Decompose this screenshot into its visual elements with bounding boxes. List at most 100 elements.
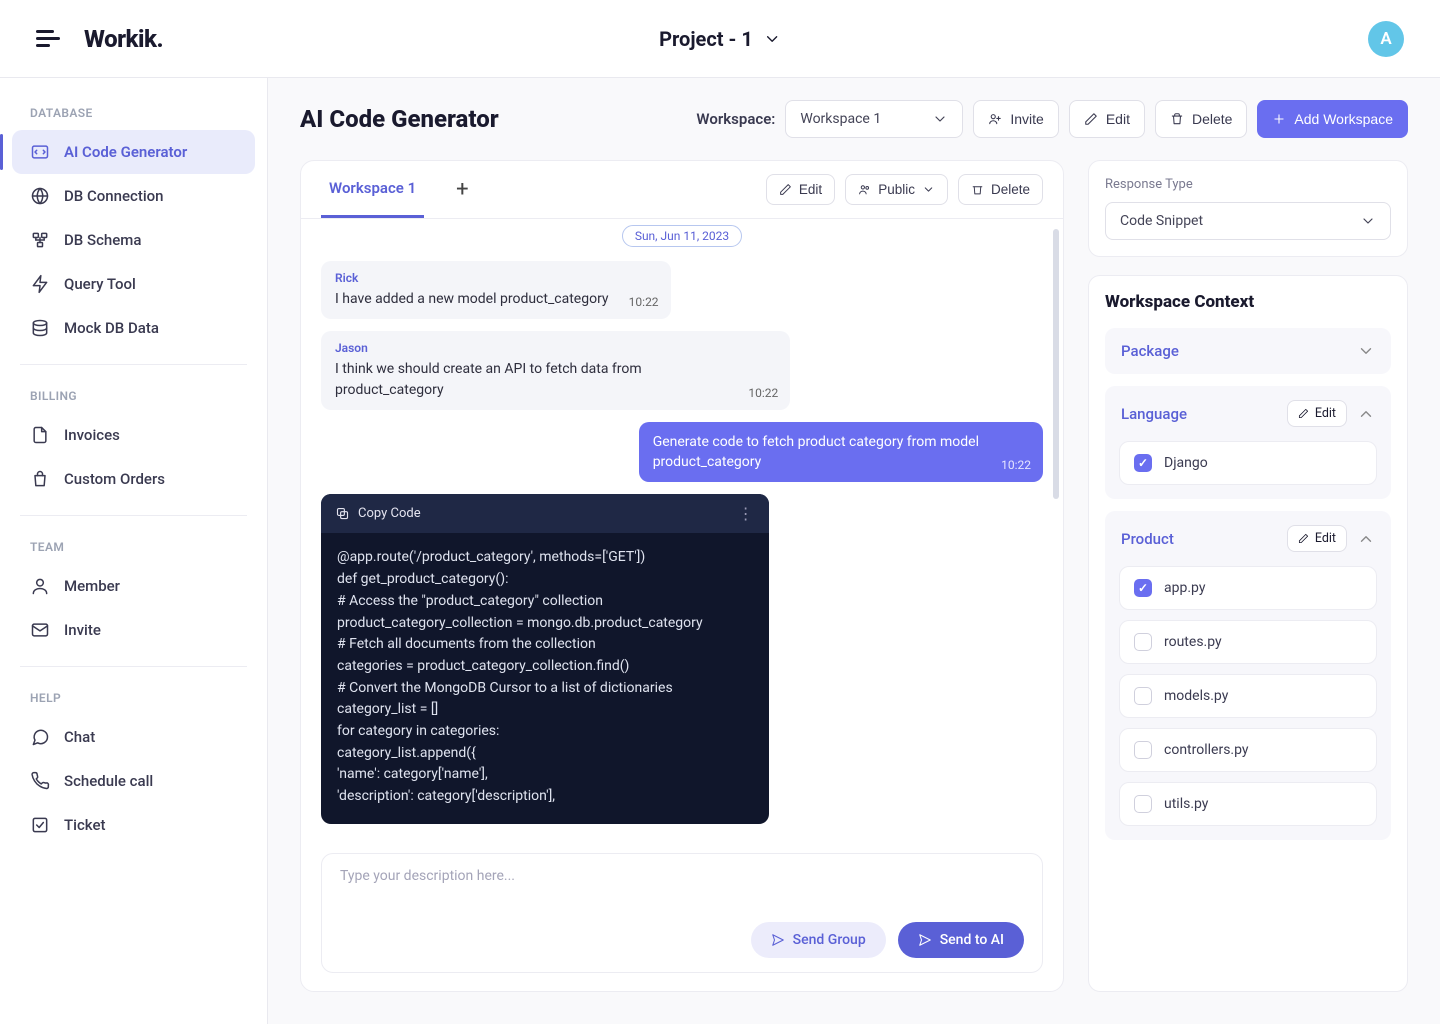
- send-group-button[interactable]: Send Group: [751, 922, 886, 958]
- avatar[interactable]: A: [1368, 21, 1404, 57]
- tab-edit-button[interactable]: Edit: [766, 174, 835, 205]
- checkbox[interactable]: [1134, 741, 1152, 759]
- workspace-label: Workspace:: [696, 110, 775, 128]
- product-chip[interactable]: utils.py: [1119, 782, 1377, 826]
- workspace-select[interactable]: Workspace 1: [785, 100, 963, 138]
- product-chip[interactable]: app.py: [1119, 566, 1377, 610]
- response-type-value: Code Snippet: [1120, 213, 1203, 229]
- sidebar-item-invoices[interactable]: Invoices: [12, 413, 255, 457]
- sidebar-item-label: Ticket: [64, 816, 106, 834]
- sidebar-group-label: TEAM: [12, 520, 255, 564]
- response-type-select[interactable]: Code Snippet: [1105, 202, 1391, 240]
- message-time: 10:22: [629, 295, 659, 309]
- chevron-down-icon[interactable]: [1357, 342, 1375, 360]
- user-plus-icon: [988, 112, 1002, 126]
- scrollbar[interactable]: [1053, 229, 1059, 499]
- sidebar-item-label: Schedule call: [64, 772, 153, 790]
- add-workspace-label: Add Workspace: [1294, 111, 1393, 127]
- message-text: I have added a new model product_categor…: [335, 289, 657, 309]
- sidebar-item-ticket[interactable]: Ticket: [12, 803, 255, 847]
- language-chip[interactable]: Django: [1119, 441, 1377, 485]
- product-title: Product: [1121, 530, 1174, 548]
- sidebar-item-ai-code-generator[interactable]: AI Code Generator: [12, 130, 255, 174]
- checkbox[interactable]: [1134, 795, 1152, 813]
- send-group-label: Send Group: [793, 932, 866, 948]
- globe-icon: [30, 186, 50, 206]
- logo: Workik.: [84, 25, 163, 53]
- chevron-down-icon: [922, 183, 935, 196]
- product-chip[interactable]: routes.py: [1119, 620, 1377, 664]
- tab-delete-label: Delete: [991, 182, 1030, 197]
- checkbox-checked[interactable]: [1134, 454, 1152, 472]
- invite-button[interactable]: Invite: [973, 100, 1058, 138]
- delete-button[interactable]: Delete: [1155, 100, 1247, 138]
- checkbox[interactable]: [1134, 633, 1152, 651]
- send-ai-button[interactable]: Send to AI: [898, 922, 1024, 958]
- message-author: Jason: [335, 341, 776, 355]
- chip-label: Django: [1164, 455, 1208, 471]
- response-type-card: Response Type Code Snippet: [1088, 160, 1408, 257]
- package-title: Package: [1121, 342, 1179, 360]
- language-edit-button[interactable]: Edit: [1287, 400, 1347, 427]
- chevron-up-icon[interactable]: [1357, 530, 1375, 548]
- sidebar-item-label: Query Tool: [64, 275, 136, 293]
- sidebar-item-custom-orders[interactable]: Custom Orders: [12, 457, 255, 501]
- sidebar-item-query-tool[interactable]: Query Tool: [12, 262, 255, 306]
- context-title: Workspace Context: [1105, 292, 1391, 312]
- code-more-icon[interactable]: ⋮: [738, 504, 755, 523]
- message-time: 10:22: [1001, 458, 1031, 472]
- topbar: Workik. Project - 1 A: [0, 0, 1440, 78]
- sidebar-item-label: Mock DB Data: [64, 319, 159, 337]
- tab-edit-label: Edit: [799, 182, 822, 197]
- package-section: Package: [1105, 328, 1391, 374]
- product-chip[interactable]: controllers.py: [1119, 728, 1377, 772]
- database-icon: [30, 318, 50, 338]
- tab-delete-button[interactable]: Delete: [958, 174, 1043, 205]
- sidebar-item-label: Invoices: [64, 426, 120, 444]
- chevron-up-icon[interactable]: [1357, 405, 1375, 423]
- sidebar-group-label: BILLING: [12, 369, 255, 413]
- add-tab-button[interactable]: +: [448, 169, 476, 210]
- checkbox[interactable]: [1134, 687, 1152, 705]
- chip-label: controllers.py: [1164, 742, 1249, 758]
- context-panel: Response Type Code Snippet Workspace Con…: [1088, 160, 1408, 992]
- sidebar-item-invite[interactable]: Invite: [12, 608, 255, 652]
- sidebar-item-db-schema[interactable]: DB Schema: [12, 218, 255, 262]
- chat-scroll[interactable]: Sun, Jun 11, 2023 Rick I have added a ne…: [301, 219, 1063, 853]
- sidebar-item-label: Invite: [64, 621, 101, 639]
- chat-tabs: Workspace 1 + Edit Public: [301, 161, 1063, 219]
- project-name: Project - 1: [659, 27, 753, 51]
- plus-icon: [1272, 112, 1286, 126]
- message-text: I think we should create an API to fetch…: [335, 359, 776, 400]
- checkbox-checked[interactable]: [1134, 579, 1152, 597]
- edit-button[interactable]: Edit: [1069, 100, 1145, 138]
- chip-label: models.py: [1164, 688, 1228, 704]
- sidebar-item-mock-db-data[interactable]: Mock DB Data: [12, 306, 255, 350]
- menu-icon[interactable]: [36, 30, 60, 47]
- chip-label: routes.py: [1164, 634, 1222, 650]
- project-selector[interactable]: Project - 1: [659, 27, 781, 51]
- tab-workspace[interactable]: Workspace 1: [321, 161, 424, 218]
- sidebar: DATABASE AI Code Generator DB Connection…: [0, 78, 268, 1024]
- code-icon: [30, 142, 50, 162]
- tab-public-button[interactable]: Public: [845, 174, 948, 205]
- compose-input[interactable]: [340, 868, 1024, 912]
- product-edit-button[interactable]: Edit: [1287, 525, 1347, 552]
- delete-label: Delete: [1192, 111, 1232, 127]
- code-body: @app.route('/product_category', methods=…: [321, 533, 769, 823]
- sidebar-item-schedule-call[interactable]: Schedule call: [12, 759, 255, 803]
- file-icon: [30, 425, 50, 445]
- page-title: AI Code Generator: [300, 105, 499, 133]
- copy-code-label[interactable]: Copy Code: [358, 506, 421, 521]
- trash-icon: [1170, 112, 1184, 126]
- chat-message: Rick I have added a new model product_ca…: [321, 261, 671, 319]
- product-chip[interactable]: models.py: [1119, 674, 1377, 718]
- sidebar-item-member[interactable]: Member: [12, 564, 255, 608]
- add-workspace-button[interactable]: Add Workspace: [1257, 100, 1408, 138]
- edit-label: Edit: [1315, 531, 1336, 546]
- chip-label: utils.py: [1164, 796, 1208, 812]
- copy-icon[interactable]: [335, 506, 350, 521]
- sidebar-item-chat[interactable]: Chat: [12, 715, 255, 759]
- message-time: 10:22: [748, 386, 778, 400]
- sidebar-item-db-connection[interactable]: DB Connection: [12, 174, 255, 218]
